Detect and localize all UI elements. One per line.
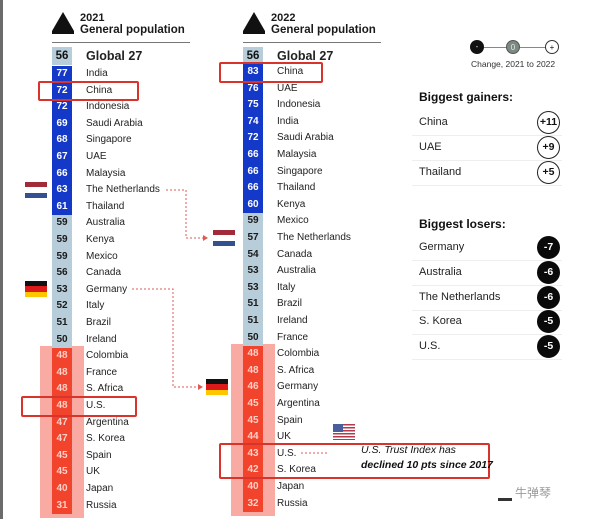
legend-caption: Change, 2021 to 2022 [471, 59, 556, 69]
callout-line-2: declined 10 pts since 2017 [361, 459, 493, 471]
germany-arrowhead [198, 384, 203, 390]
change-badge: -6 [537, 285, 560, 309]
gainers-title: Biggest gainers: [419, 90, 514, 104]
change-legend: - 0 + Change, 2021 to 2022 [466, 38, 566, 74]
loser-row: Australia -6 [412, 260, 562, 286]
gainer-row: China +11 [412, 111, 562, 136]
germany-flag-icon [206, 379, 228, 395]
change-badge: +11 [537, 111, 560, 134]
change-badge: -6 [537, 260, 560, 284]
country-name: Australia [419, 265, 462, 278]
gainer-row: UAE +9 [412, 135, 562, 161]
change-badge: +9 [537, 135, 560, 159]
country-name: China [419, 116, 448, 128]
callout-line-1: U.S. Trust Index has [361, 444, 456, 456]
watermark-logo-icon [498, 486, 512, 502]
change-badge: -5 [537, 335, 560, 359]
gainer-row: Thailand +5 [412, 160, 562, 186]
loser-row: S. Korea -5 [412, 310, 562, 336]
country-name: Thailand [419, 165, 462, 178]
country-name: S. Korea [419, 315, 462, 328]
netherlands-flag-icon [25, 182, 47, 198]
netherlands-connector [166, 189, 205, 239]
loser-row: Germany -7 [412, 236, 562, 261]
change-badge: +5 [537, 160, 560, 184]
country-name: Germany [419, 241, 465, 253]
germany-connector [132, 288, 200, 388]
legend-positive-dot: + [545, 40, 559, 54]
country-name: UAE [419, 140, 442, 153]
netherlands-arrowhead [203, 235, 208, 241]
legend-zero-dot: 0 [506, 40, 520, 54]
us-flag-icon [333, 424, 355, 440]
change-badge: -7 [537, 236, 560, 259]
watermark: 牛弹琴 [498, 484, 552, 502]
change-badge: -5 [537, 310, 560, 334]
country-name: The Netherlands [419, 290, 501, 303]
germany-flag-icon [25, 281, 47, 297]
loser-row: The Netherlands -6 [412, 285, 562, 311]
losers-title: Biggest losers: [419, 217, 506, 231]
loser-row: U.S. -5 [412, 335, 562, 361]
netherlands-flag-icon [213, 230, 235, 246]
legend-negative-dot: - [470, 40, 484, 54]
us-trust-callout: U.S. Trust Index has declined 10 pts sin… [361, 443, 493, 473]
country-name: U.S. [419, 340, 441, 353]
watermark-text: 牛弹琴 [515, 486, 552, 500]
